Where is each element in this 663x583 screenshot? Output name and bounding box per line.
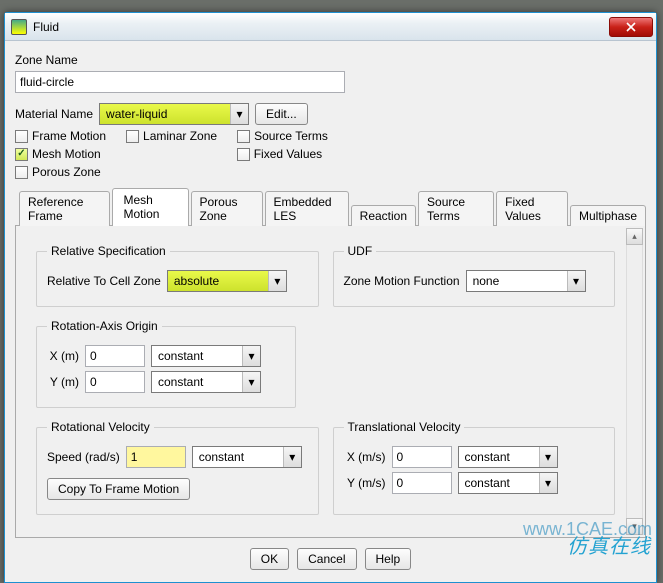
speed-input[interactable] bbox=[126, 446, 186, 468]
cancel-button[interactable]: Cancel bbox=[297, 548, 356, 570]
mesh-motion-checkbox[interactable]: Mesh Motion bbox=[15, 147, 101, 161]
source-terms-checkbox[interactable]: Source Terms bbox=[237, 129, 328, 143]
udf-group: UDF Zone Motion Function none▾ bbox=[333, 244, 616, 307]
tab-reaction[interactable]: Reaction bbox=[351, 205, 416, 226]
rotation-axis-origin-group: Rotation-Axis Origin X (m) constant▾ Y (… bbox=[36, 319, 296, 408]
close-button[interactable] bbox=[609, 17, 653, 37]
relative-specification-group: Relative Specification Relative To Cell … bbox=[36, 244, 319, 307]
udf-legend: UDF bbox=[344, 244, 377, 258]
rot-origin-y-input[interactable] bbox=[85, 371, 145, 393]
rotation-axis-origin-legend: Rotation-Axis Origin bbox=[47, 319, 162, 333]
rotational-velocity-group: Rotational Velocity Speed (rad/s) consta… bbox=[36, 420, 319, 515]
zone-name-input[interactable] bbox=[15, 71, 345, 93]
dialog-button-row: OK Cancel Help bbox=[15, 548, 646, 570]
chevron-down-icon: ▾ bbox=[230, 104, 248, 124]
fixed-values-label: Fixed Values bbox=[254, 147, 322, 161]
chevron-down-icon: ▾ bbox=[539, 447, 557, 467]
rot-origin-y-label: Y (m) bbox=[47, 375, 79, 389]
trans-x-type-select[interactable]: constant▾ bbox=[458, 446, 558, 468]
chevron-down-icon: ▾ bbox=[283, 447, 301, 467]
material-name-label: Material Name bbox=[15, 107, 93, 121]
ok-button[interactable]: OK bbox=[250, 548, 289, 570]
titlebar: Fluid bbox=[5, 13, 656, 41]
relative-specification-legend: Relative Specification bbox=[47, 244, 170, 258]
zone-name-label: Zone Name bbox=[15, 53, 78, 67]
frame-motion-label: Frame Motion bbox=[32, 129, 106, 143]
app-icon bbox=[11, 19, 27, 35]
tab-multiphase[interactable]: Multiphase bbox=[570, 205, 646, 226]
material-name-select[interactable]: water-liquid▾ bbox=[99, 103, 249, 125]
rot-origin-x-type-select[interactable]: constant▾ bbox=[151, 345, 261, 367]
fluid-dialog: Fluid Zone Name Material Name water-liqu… bbox=[4, 12, 657, 583]
help-button[interactable]: Help bbox=[365, 548, 412, 570]
source-terms-label: Source Terms bbox=[254, 129, 328, 143]
window-title: Fluid bbox=[33, 20, 609, 34]
chevron-down-icon: ▾ bbox=[539, 473, 557, 493]
rot-origin-x-input[interactable] bbox=[85, 345, 145, 367]
tab-embedded-les[interactable]: Embedded LES bbox=[265, 191, 349, 226]
chevron-down-icon: ▾ bbox=[567, 271, 585, 291]
tab-mesh-motion[interactable]: Mesh Motion bbox=[112, 188, 188, 226]
frame-motion-checkbox[interactable]: Frame Motion bbox=[15, 129, 106, 143]
rotational-velocity-legend: Rotational Velocity bbox=[47, 420, 154, 434]
mesh-motion-label: Mesh Motion bbox=[32, 147, 101, 161]
laminar-zone-label: Laminar Zone bbox=[143, 129, 217, 143]
porous-zone-checkbox[interactable]: Porous Zone bbox=[15, 165, 101, 179]
translational-velocity-group: Translational Velocity X (m/s) constant▾… bbox=[333, 420, 616, 515]
copy-to-frame-motion-button[interactable]: Copy To Frame Motion bbox=[47, 478, 190, 500]
tab-fixed-values[interactable]: Fixed Values bbox=[496, 191, 568, 226]
trans-x-input[interactable] bbox=[392, 446, 452, 468]
scrollbar[interactable]: ▴ ▾ bbox=[626, 228, 643, 535]
trans-y-input[interactable] bbox=[392, 472, 452, 494]
chevron-down-icon: ▾ bbox=[268, 271, 286, 291]
translational-velocity-legend: Translational Velocity bbox=[344, 420, 465, 434]
trans-y-label: Y (m/s) bbox=[344, 476, 386, 490]
chevron-down-icon: ▾ bbox=[242, 346, 260, 366]
scroll-up-icon[interactable]: ▴ bbox=[626, 228, 643, 245]
fixed-values-checkbox[interactable]: Fixed Values bbox=[237, 147, 322, 161]
porous-zone-label: Porous Zone bbox=[32, 165, 101, 179]
tab-reference-frame[interactable]: Reference Frame bbox=[19, 191, 110, 226]
brand-watermark: 仿真在线 bbox=[567, 530, 651, 559]
speed-type-select[interactable]: constant▾ bbox=[192, 446, 302, 468]
zone-motion-function-label: Zone Motion Function bbox=[344, 274, 460, 288]
laminar-zone-checkbox[interactable]: Laminar Zone bbox=[126, 129, 217, 143]
close-icon bbox=[626, 22, 636, 32]
relative-to-cell-zone-label: Relative To Cell Zone bbox=[47, 274, 161, 288]
rot-origin-y-type-select[interactable]: constant▾ bbox=[151, 371, 261, 393]
speed-label: Speed (rad/s) bbox=[47, 450, 120, 464]
tab-porous-zone[interactable]: Porous Zone bbox=[191, 191, 263, 226]
trans-x-label: X (m/s) bbox=[344, 450, 386, 464]
tab-panel-mesh-motion: ▴ ▾ Relative Specification Relative To C… bbox=[15, 226, 646, 538]
zone-motion-function-select[interactable]: none▾ bbox=[466, 270, 586, 292]
material-edit-button[interactable]: Edit... bbox=[255, 103, 308, 125]
tab-source-terms[interactable]: Source Terms bbox=[418, 191, 494, 226]
tab-bar: Reference Frame Mesh Motion Porous Zone … bbox=[15, 187, 646, 226]
chevron-down-icon: ▾ bbox=[242, 372, 260, 392]
trans-y-type-select[interactable]: constant▾ bbox=[458, 472, 558, 494]
rot-origin-x-label: X (m) bbox=[47, 349, 79, 363]
relative-to-cell-zone-select[interactable]: absolute▾ bbox=[167, 270, 287, 292]
